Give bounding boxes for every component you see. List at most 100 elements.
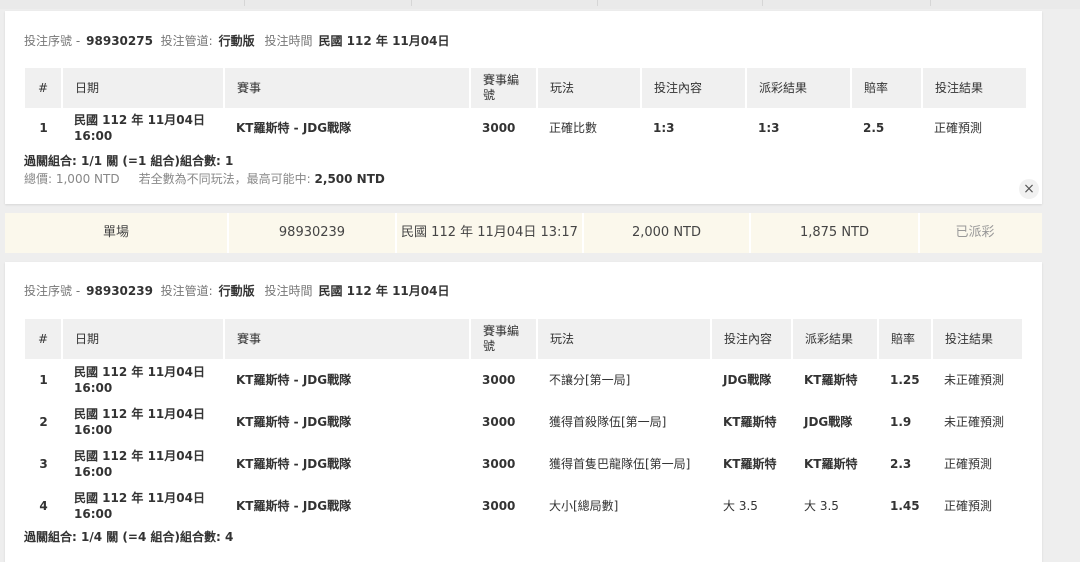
total-summary: 總價: 1,000 NTD 若全數為不同玩法，最高可能中: 2,500 NTD (24, 170, 385, 187)
table-row: 2 民國 112 年 11月04日 16:00 KT羅斯特 - JDG戰隊 300… (25, 401, 1023, 443)
cell-date-time: 16:00 (74, 465, 113, 479)
cell-outcome: 未正確預測 (944, 373, 1005, 387)
table-row: 1 民國 112 年 11月04日 16:00 KT羅斯特 - JDG戰隊 300… (25, 359, 1023, 401)
cell-bet: 大 3.5 (723, 499, 758, 513)
table-header-row: # 日期 賽事 賽事編號 玩法 投注內容 派彩結果 賠率 投注結果 (25, 68, 1028, 108)
cell-play: 獲得首殺隊伍[第一局] (549, 415, 667, 429)
cell-date-time: 16:00 (74, 423, 113, 437)
cell-odds: 2.5 (863, 121, 885, 135)
col-header-index: # (25, 319, 63, 359)
time-label: 投注時間 (264, 284, 313, 298)
cell-play: 獲得首隻巴龍隊伍[第一局] (549, 457, 691, 471)
col-header-outcome: 投注結果 (922, 68, 1028, 108)
cell-index: 1 (39, 373, 48, 387)
cell-result: KT羅斯特 (804, 373, 858, 387)
channel-label: 投注管道: (160, 34, 213, 48)
column-divider (244, 0, 245, 6)
cell-date-day: 民國 112 年 11月04日 (74, 449, 205, 463)
channel-label: 投注管道: (160, 284, 213, 298)
summary-serial: 98930239 (229, 213, 397, 253)
column-divider (411, 0, 412, 6)
column-divider (930, 0, 931, 6)
col-header-date: 日期 (62, 68, 225, 108)
col-header-odds: 賠率 (851, 68, 923, 108)
cell-match-no: 3000 (482, 457, 516, 471)
col-header-bet: 投注內容 (711, 319, 793, 359)
serial-number: 98930239 (86, 284, 153, 298)
close-icon[interactable]: × (1019, 179, 1039, 199)
time-label: 投注時間 (264, 34, 313, 48)
col-header-match-no: 賽事編號 (470, 68, 538, 108)
cell-date: 民國 112 年 11月04日 16:00 (62, 401, 224, 443)
col-header-match: 賽事 (224, 319, 471, 359)
max-win-note: 若全數為不同玩法，最高可能中: (138, 172, 311, 186)
col-header-result: 派彩結果 (746, 68, 852, 108)
cell-date: 民國 112 年 11月04日 16:00 (62, 485, 224, 527)
cell-date-day: 民國 112 年 11月04日 (74, 365, 205, 379)
col-header-play: 玩法 (537, 319, 712, 359)
cell-match: KT羅斯特 - JDG戰隊 (236, 499, 352, 513)
bet-detail-panel: 投注序號 - 98930275 投注管道: 行動版 投注時間 民國 112 年 11月… (5, 11, 1042, 204)
cell-play: 大小[總局數] (549, 499, 619, 513)
col-header-odds: 賠率 (878, 319, 933, 359)
cell-index: 2 (39, 415, 48, 429)
cell-date: 民國 112 年 11月04日 16:00 (62, 108, 224, 148)
channel-value: 行動版 (218, 34, 255, 48)
cell-match-no: 3000 (482, 121, 516, 135)
bet-summary-row[interactable]: 單場 98930239 民國 112 年 11月04日 13:17 2,000 … (5, 213, 1042, 253)
col-header-index: # (25, 68, 63, 108)
cell-play: 正確比數 (549, 121, 598, 135)
table-row: 4 民國 112 年 11月04日 16:00 KT羅斯特 - JDG戰隊 300… (25, 485, 1023, 527)
cell-result: KT羅斯特 (804, 457, 858, 471)
cell-outcome: 正確預測 (944, 457, 993, 471)
cell-result: JDG戰隊 (804, 415, 853, 429)
col-header-outcome: 投注結果 (932, 319, 1024, 359)
cell-bet: JDG戰隊 (723, 373, 772, 387)
col-header-match-no: 賽事編號 (470, 319, 538, 359)
cell-odds: 1.25 (890, 373, 920, 387)
col-header-date: 日期 (62, 319, 225, 359)
summary-status: 已派彩 (955, 225, 995, 240)
table-header-row: # 日期 賽事 賽事編號 玩法 投注內容 派彩結果 賠率 投注結果 (25, 319, 1024, 359)
cell-odds: 1.45 (890, 499, 920, 513)
summary-stake: 2,000 NTD (584, 213, 751, 253)
cell-match: KT羅斯特 - JDG戰隊 (236, 457, 352, 471)
col-header-play: 玩法 (537, 68, 642, 108)
total-label: 總價: 1,000 NTD (24, 172, 120, 186)
previous-row-strip (0, 0, 1080, 9)
bet-table: # 日期 賽事 賽事編號 玩法 投注內容 派彩結果 賠率 投注結果 1 民國 1… (25, 319, 1024, 527)
serial-label: 投注序號 - (24, 284, 81, 298)
cell-odds: 1.9 (890, 415, 912, 429)
cell-date: 民國 112 年 11月04日 16:00 (62, 443, 224, 485)
channel-value: 行動版 (218, 284, 255, 298)
cell-match: KT羅斯特 - JDG戰隊 (236, 121, 352, 135)
table-row: 1 民國 112 年 11月04日 16:00 KT羅斯特 - JDG戰隊 300… (25, 108, 1027, 148)
time-value: 民國 112 年 11月04日 (318, 34, 450, 48)
column-divider (597, 0, 598, 6)
cell-index: 1 (39, 121, 48, 135)
cell-bet: 1:3 (653, 121, 675, 135)
cell-result: 大 3.5 (804, 499, 839, 513)
cell-date-day: 民國 112 年 11月04日 (74, 407, 205, 421)
cell-date-day: 民國 112 年 11月04日 (74, 113, 205, 127)
cell-outcome: 未正確預測 (944, 415, 1005, 429)
cell-match-no: 3000 (482, 499, 516, 513)
col-header-match: 賽事 (224, 68, 471, 108)
cell-date-time: 16:00 (74, 129, 113, 143)
summary-type: 單場 (5, 213, 229, 253)
max-win-value: 2,500 NTD (314, 172, 385, 186)
cell-match: KT羅斯特 - JDG戰隊 (236, 415, 352, 429)
cell-bet: KT羅斯特 (723, 415, 777, 429)
bet-table: # 日期 賽事 賽事編號 玩法 投注內容 派彩結果 賠率 投注結果 1 民國 1… (25, 68, 1028, 148)
cell-date-time: 16:00 (74, 381, 113, 395)
bet-meta: 投注序號 - 98930275 投注管道: 行動版 投注時間 民國 112 年 11月… (24, 32, 455, 49)
serial-number: 98930275 (86, 34, 153, 48)
column-divider (762, 0, 763, 6)
cell-outcome: 正確預測 (934, 121, 983, 135)
summary-payout: 1,875 NTD (751, 213, 920, 253)
table-row: 3 民國 112 年 11月04日 16:00 KT羅斯特 - JDG戰隊 300… (25, 443, 1023, 485)
time-value: 民國 112 年 11月04日 (318, 284, 450, 298)
cell-match-no: 3000 (482, 415, 516, 429)
cell-odds: 2.3 (890, 457, 912, 471)
cell-date: 民國 112 年 11月04日 16:00 (62, 359, 224, 401)
